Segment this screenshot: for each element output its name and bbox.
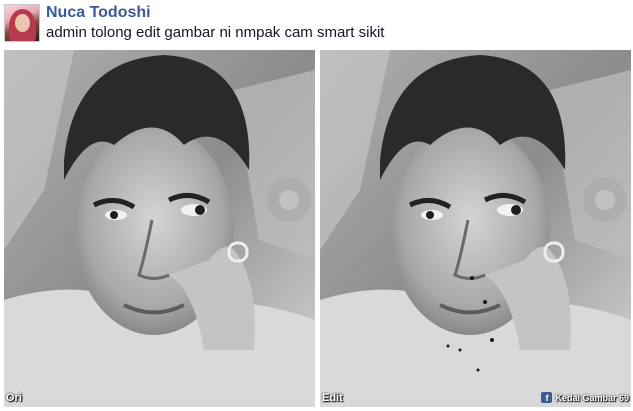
- post-header: Nuca Todoshi admin tolong edit gambar ni…: [4, 4, 629, 44]
- post-text: admin tolong edit gambar ni nmpak cam sm…: [46, 24, 385, 41]
- watermark-text: Kedai Gambar 69: [555, 392, 629, 403]
- author-name-link[interactable]: Nuca Todoshi: [46, 4, 151, 22]
- photo-edited[interactable]: Edit f Kedai Gambar 69: [320, 50, 631, 407]
- edit-label: Edit: [322, 392, 343, 404]
- avatar[interactable]: [4, 4, 40, 42]
- facebook-icon: f: [541, 392, 553, 403]
- post-card: Nuca Todoshi admin tolong edit gambar ni…: [0, 0, 633, 411]
- original-label: Ori: [6, 392, 22, 404]
- photo-original[interactable]: Ori: [4, 50, 315, 407]
- watermark: f Kedai Gambar 69: [541, 391, 629, 404]
